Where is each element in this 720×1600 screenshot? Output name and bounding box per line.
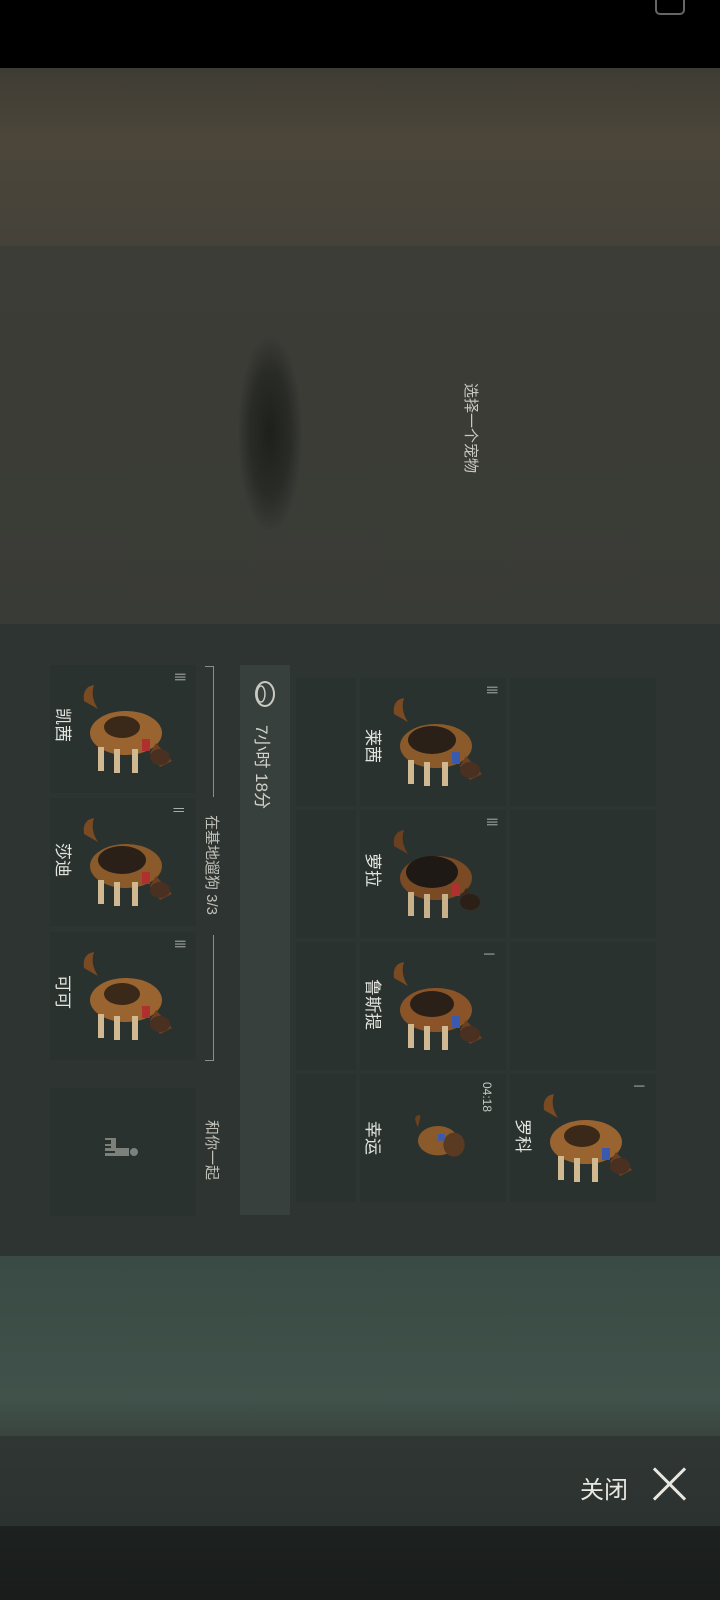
menu-lines-icon[interactable]: |||: [486, 686, 498, 695]
menu-lines-icon[interactable]: ||: [173, 807, 185, 813]
pet-name: 幸运: [363, 1121, 382, 1155]
menu-lines-icon[interactable]: |: [483, 953, 495, 956]
pet-name: 罗科: [513, 1119, 532, 1153]
section-label-base-dogs: 在基地遛狗 3/3: [203, 814, 220, 916]
empty-slot[interactable]: [510, 678, 656, 806]
screen: 选择一个宠物 莱茜 ||| 萝拉 ||| 鲁斯提 | 幸运 04:18 罗科 |…: [0, 0, 720, 1600]
pet-card[interactable]: 幸运 04:18: [360, 1074, 506, 1202]
timer-bar: 7小时 18分: [240, 665, 290, 1215]
empty-slot[interactable]: [510, 810, 656, 938]
with-you-slot[interactable]: [50, 1088, 196, 1216]
pet-card[interactable]: 鲁斯提 |: [360, 942, 506, 1070]
pet-name: 凯茜: [53, 708, 72, 742]
pet-card[interactable]: 莱茜 |||: [360, 678, 506, 806]
empty-slot[interactable]: [296, 810, 356, 938]
german-shepherd-icon: [393, 698, 482, 786]
menu-lines-icon[interactable]: |: [633, 1085, 645, 1088]
status-bar: [0, 0, 720, 68]
dialog-title: 选择一个宠物: [462, 382, 479, 473]
empty-slot[interactable]: [510, 942, 656, 1070]
menu-lines-icon[interactable]: |||: [486, 818, 498, 827]
bowl-icon: [255, 681, 275, 707]
puppy-icon: [415, 1115, 465, 1157]
german-shepherd-icon: [393, 830, 482, 918]
empty-slot[interactable]: [296, 942, 356, 1070]
pet-name: 鲁斯提: [363, 979, 382, 1030]
timer-label: 7小时 18分: [252, 724, 271, 810]
person-with-dog-icon: [105, 1138, 138, 1156]
section-label-with-you: 和你一起: [203, 1119, 220, 1180]
pet-name: 可可: [53, 975, 72, 1009]
pet-name: 萝拉: [363, 853, 382, 887]
pet-card[interactable]: 萝拉 |||: [360, 810, 506, 938]
menu-lines-icon[interactable]: |||: [174, 940, 186, 949]
empty-slot[interactable]: [296, 1074, 356, 1202]
menu-lines-icon[interactable]: |||: [174, 673, 186, 682]
base-pet-card[interactable]: 可可 |||: [50, 932, 196, 1060]
section-bracket: [205, 935, 214, 1061]
german-shepherd-icon: [393, 962, 482, 1050]
section-bracket: [205, 666, 214, 797]
close-icon[interactable]: [652, 1466, 688, 1502]
german-shepherd-icon: [83, 818, 172, 906]
empty-slot[interactable]: [296, 678, 356, 806]
base-pet-card[interactable]: 凯茜 |||: [50, 665, 196, 793]
battery-icon: [655, 0, 685, 15]
close-label: 关闭: [580, 1477, 628, 1504]
pet-card[interactable]: 罗科 |: [510, 1074, 656, 1202]
pet-name: 莎迪: [53, 843, 72, 877]
german-shepherd-icon: [83, 952, 172, 1040]
base-pet-card[interactable]: 莎迪 ||: [50, 798, 196, 926]
pet-name: 莱茜: [363, 729, 382, 763]
german-shepherd-icon: [543, 1094, 632, 1182]
german-shepherd-icon: [83, 685, 172, 773]
pet-preview-shadow: [238, 335, 302, 530]
pet-timer: 04:18: [480, 1082, 494, 1113]
